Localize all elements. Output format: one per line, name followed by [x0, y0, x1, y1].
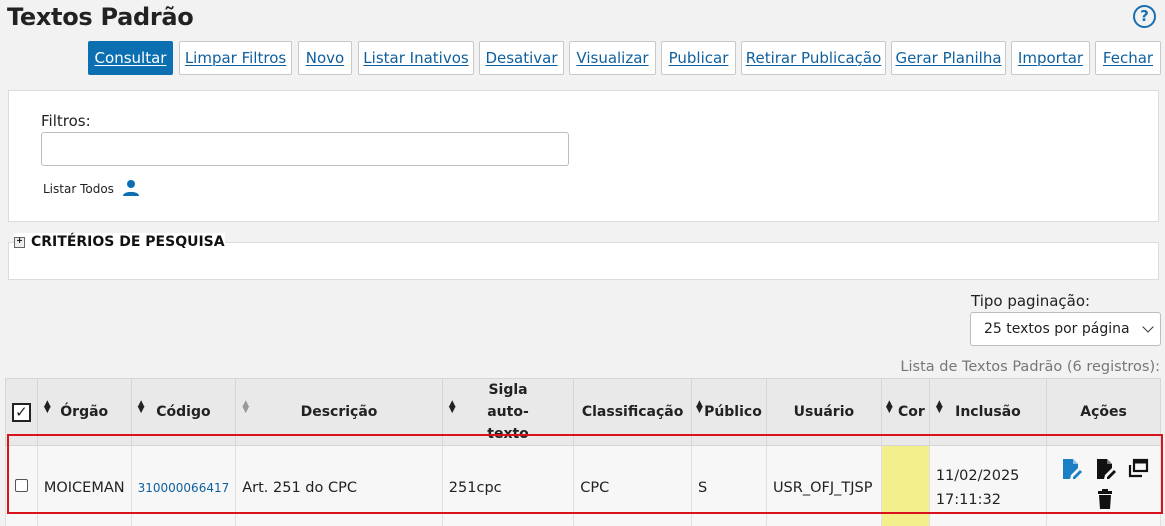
sort-icon: ▲ ▼: [137, 399, 145, 415]
publicar-button[interactable]: Publicar: [661, 41, 736, 75]
copy-icon[interactable]: [1127, 458, 1149, 480]
inclusao-time: 17:11:32: [935, 491, 1001, 508]
inclusao-date: 11/02/2025: [935, 467, 1020, 484]
edit-text-icon[interactable]: [1094, 458, 1117, 480]
cell-classificacao: CPC: [573, 445, 692, 526]
cell-cor: [880, 445, 930, 526]
cell-acoes: [1046, 445, 1161, 526]
codigo-link[interactable]: 310000066417: [138, 481, 230, 495]
sort-icon: ▲ ▼: [43, 399, 51, 415]
listar-inativos-button[interactable]: Listar Inativos: [358, 41, 474, 75]
header-cor[interactable]: ▲ ▼ Cor: [880, 378, 930, 446]
header-publico[interactable]: ▲ ▼ Público: [690, 378, 767, 446]
header-usuario[interactable]: Usuário: [765, 378, 882, 446]
cell-codigo: 310000066417: [130, 445, 237, 526]
results-table: ✓ ▲ ▼ Órgão ▲ ▼ Código ▲ ▼ Descrição ▲ ▼ Sigla a…: [5, 378, 1161, 526]
filters-label: Filtros:: [41, 112, 91, 130]
header-codigo[interactable]: ▲ ▼ Código: [130, 378, 237, 446]
criteria-title: CRITÉRIOS DE PESQUISA: [31, 234, 225, 250]
row-select-cell[interactable]: [5, 445, 38, 526]
edit-document-icon[interactable]: [1060, 458, 1083, 480]
help-icon[interactable]: ?: [1133, 5, 1156, 28]
novo-button[interactable]: Novo: [298, 41, 352, 75]
expand-plus-icon[interactable]: +: [14, 236, 25, 248]
gerar-planilha-button[interactable]: Gerar Planilha: [891, 41, 1006, 75]
row-checkbox[interactable]: [14, 479, 28, 493]
cell-sigla: 251cpc: [441, 445, 575, 526]
select-all-checkbox[interactable]: ✓: [11, 402, 31, 422]
cell-descricao: Art. 251 do CPC: [235, 445, 443, 526]
header-descricao[interactable]: ▲ ▼ Descrição: [235, 378, 443, 446]
header-inclusao[interactable]: ▲ ▼ Inclusão: [928, 378, 1048, 446]
header-select-all[interactable]: ✓: [5, 378, 38, 446]
pagination-select[interactable]: 25 textos por página: [970, 312, 1161, 346]
retirar-publicacao-button[interactable]: Retirar Publicação: [741, 41, 886, 75]
pagination-selected: 25 textos por página: [984, 321, 1130, 337]
user-icon[interactable]: [122, 179, 140, 197]
limpar-filtros-button[interactable]: Limpar Filtros: [179, 41, 292, 75]
criteria-legend[interactable]: + CRITÉRIOS DE PESQUISA: [14, 233, 225, 251]
importar-button[interactable]: Importar: [1011, 41, 1090, 75]
visualizar-button[interactable]: Visualizar: [569, 41, 656, 75]
desativar-button[interactable]: Desativar: [479, 41, 564, 75]
filters-input[interactable]: [41, 132, 569, 166]
sort-icon: ▲ ▼: [885, 399, 893, 415]
header-sigla[interactable]: ▲ ▼ Sigla auto-texto: [441, 378, 575, 446]
sort-icon: ▲ ▼: [695, 399, 703, 415]
cell-publico: S: [690, 445, 767, 526]
fechar-button[interactable]: Fechar: [1095, 41, 1161, 75]
filters-panel: Filtros: Listar Todos: [8, 90, 1159, 222]
sort-icon: ▲ ▼: [242, 399, 250, 415]
pagination-label: Tipo paginação:: [971, 292, 1091, 310]
list-all-link[interactable]: Listar Todos: [43, 182, 114, 196]
table-row: MOICEMAN 310000066417 Art. 251 do CPC 25…: [5, 445, 1161, 526]
cell-orgao: MOICEMAN: [36, 445, 132, 526]
page-title: Textos Padrão: [7, 3, 194, 31]
sort-icon: ▲ ▼: [935, 399, 943, 415]
trash-icon[interactable]: [1094, 488, 1116, 510]
table-header-row: ✓ ▲ ▼ Órgão ▲ ▼ Código ▲ ▼ Descrição ▲ ▼ Sigla a…: [5, 378, 1161, 446]
sort-icon: ▲ ▼: [448, 399, 456, 415]
consultar-button[interactable]: Consultar: [88, 41, 173, 75]
header-classificacao[interactable]: Classificação: [573, 378, 692, 446]
cell-usuario: USR_OFJ_TJSP: [765, 445, 882, 526]
header-acoes: Ações: [1046, 378, 1161, 446]
list-count: Lista de Textos Padrão (6 registros):: [900, 359, 1160, 375]
chevron-down-icon: [1142, 321, 1154, 333]
header-orgao[interactable]: ▲ ▼ Órgão: [36, 378, 132, 446]
cell-inclusao: 11/02/2025 17:11:32: [928, 445, 1048, 526]
